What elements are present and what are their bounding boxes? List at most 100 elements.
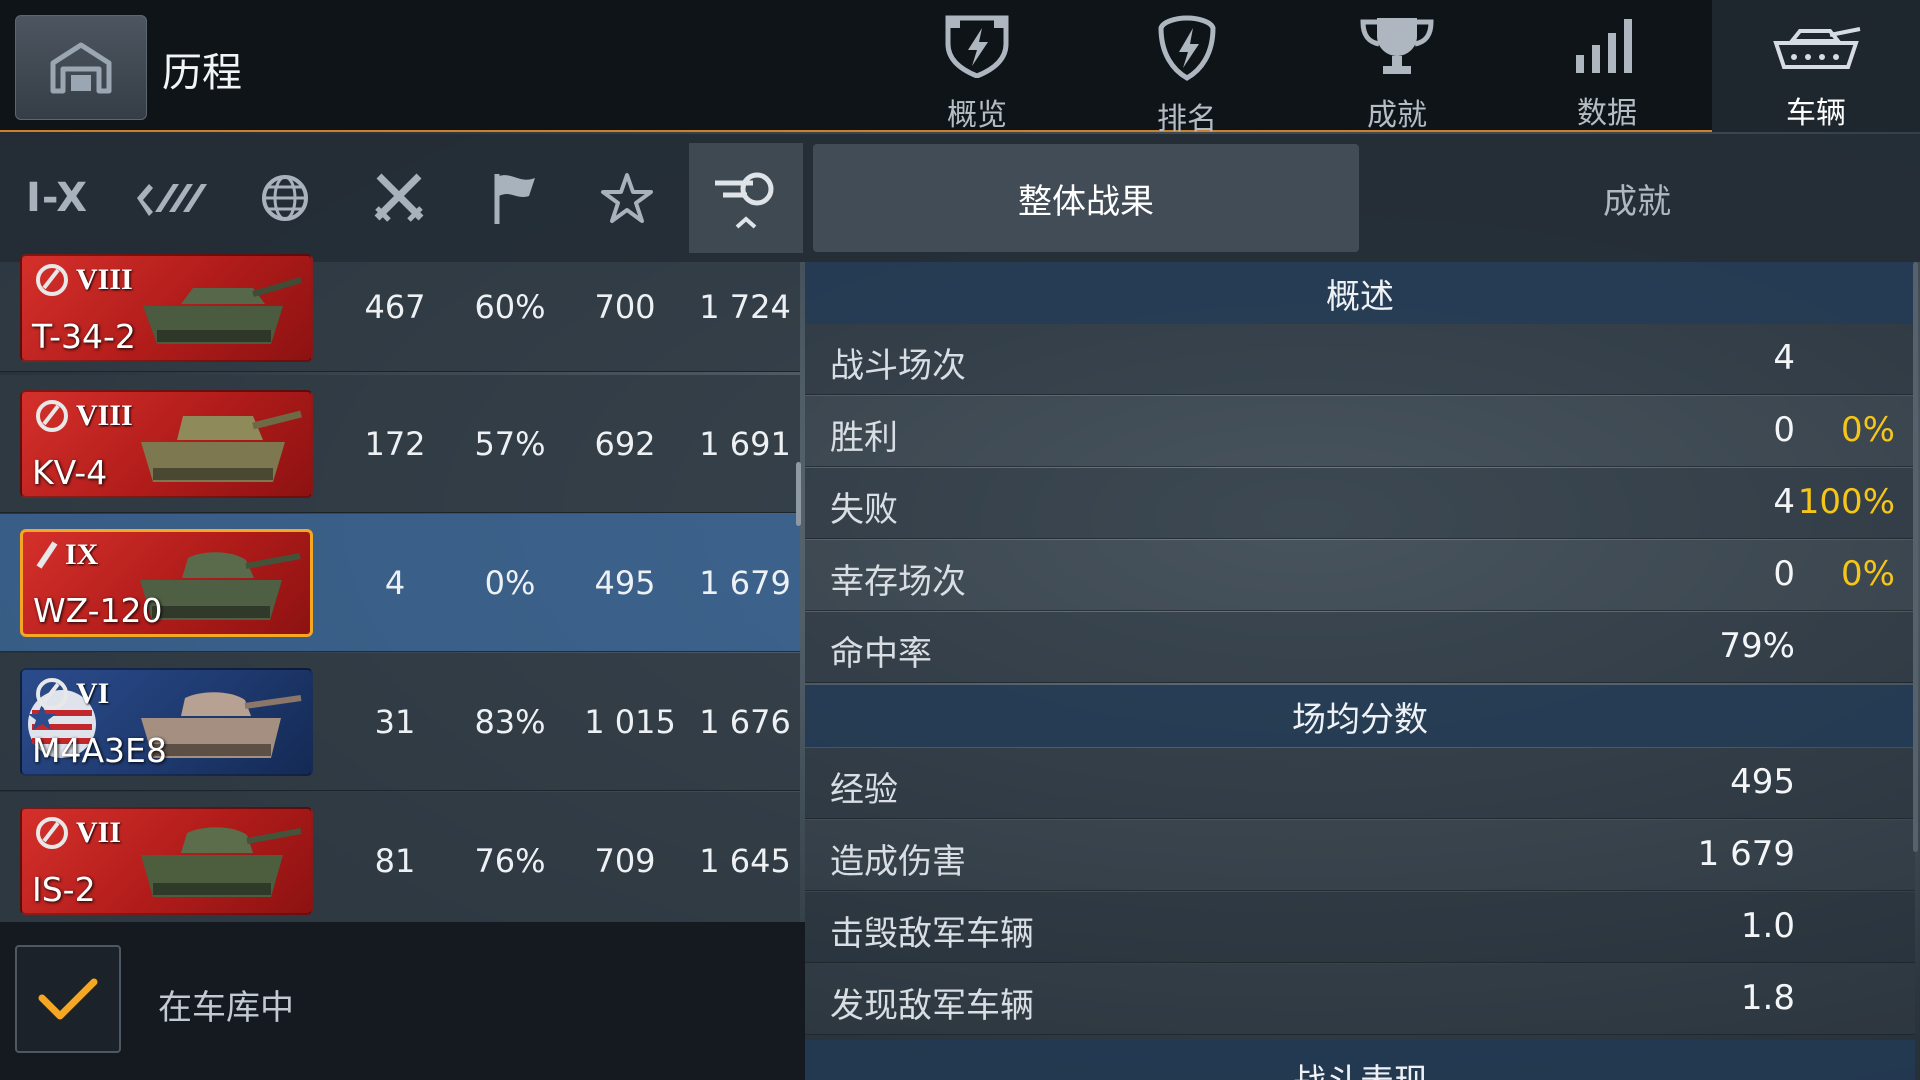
- stat-row-survived: 幸存场次 0 0%: [805, 540, 1915, 611]
- avg-exp-cell: 709: [594, 842, 656, 880]
- stat-value: 0: [1773, 410, 1795, 450]
- sort-filter-button[interactable]: [689, 143, 803, 253]
- stat-label: 幸存场次: [830, 562, 966, 602]
- mastery-badge: VII: [32, 815, 121, 851]
- vehicle-card: VI M4A3E8: [20, 668, 313, 776]
- stat-row-battles: 战斗场次 4: [805, 324, 1915, 395]
- mastery-icon: [32, 676, 72, 712]
- stat-label: 失败: [830, 490, 898, 530]
- stat-value: 4: [1773, 338, 1795, 378]
- mastery-icon: [33, 539, 61, 571]
- stat-label: 经验: [830, 770, 898, 810]
- mastery-badge: VI: [32, 676, 109, 712]
- favorite-filter-button[interactable]: [570, 134, 684, 262]
- avg-damage-cell: 1 676: [699, 703, 791, 741]
- vehicle-row[interactable]: VIII KV-4 172 57% 692 1 691: [0, 375, 800, 513]
- section-overview-header: 概述: [805, 262, 1915, 324]
- mastery-badge: VIII: [32, 262, 133, 298]
- flag-filter-button[interactable]: [456, 134, 570, 262]
- tab-achievements-top-label: 成就: [1367, 98, 1427, 133]
- vehicle-card: VII IS-2: [20, 807, 313, 915]
- stat-value: 1.8: [1740, 978, 1795, 1018]
- nation-filter-button[interactable]: [228, 134, 342, 262]
- tab-overall-results[interactable]: 整体战果: [813, 144, 1359, 252]
- stat-row-defeats: 失败 4 100%: [805, 468, 1915, 539]
- stats-scrollbar[interactable]: [1913, 262, 1918, 852]
- filter-bar: I-X: [0, 134, 805, 262]
- vehicle-tier: VIII: [76, 399, 133, 432]
- vehicle-row[interactable]: VIII T-34-2 467 60% 700 1 724: [0, 254, 800, 372]
- stat-value: 79%: [1719, 626, 1795, 666]
- stat-value: 495: [1730, 762, 1795, 802]
- stat-label: 发现敌军车辆: [830, 986, 1034, 1026]
- avg-damage-cell: 1 691: [699, 425, 791, 463]
- flag-icon: [489, 170, 537, 226]
- stat-value: 1.0: [1740, 906, 1795, 946]
- vehicle-row-selected[interactable]: IX WZ-120 4 0% 495 1 679: [0, 514, 800, 652]
- stat-percent: 0%: [1841, 554, 1895, 594]
- avg-exp-cell: 495: [594, 564, 656, 602]
- stat-percent: 0%: [1841, 410, 1895, 450]
- mastery-badge: VIII: [32, 398, 133, 434]
- vehicle-row[interactable]: VII IS-2 81 76% 709 1 645: [0, 792, 800, 930]
- stats-panel: 概述 战斗场次 4 胜利 0 0% 失败 4 100% 幸存场次 0 0% 命中…: [805, 262, 1920, 1080]
- stat-label: 战斗场次: [830, 346, 966, 386]
- battles-cell: 31: [374, 703, 416, 741]
- list-scrollbar[interactable]: [796, 462, 801, 526]
- vehicle-tier: IX: [65, 538, 99, 571]
- avg-exp-cell: 692: [594, 425, 656, 463]
- vehicle-name: M4A3E8: [32, 731, 167, 770]
- mastery-badge: IX: [33, 538, 98, 572]
- tab-ranking[interactable]: 排名: [1082, 0, 1292, 137]
- tab-vehicle-achievements[interactable]: 成就: [1362, 144, 1912, 252]
- home-button[interactable]: [15, 15, 147, 120]
- tab-ranking-label: 排名: [1157, 102, 1217, 137]
- win-rate-cell: 0%: [484, 564, 536, 602]
- tab-overview[interactable]: 概览: [872, 0, 1082, 133]
- mastery-filter-button[interactable]: [114, 134, 228, 262]
- tab-statistics-label: 数据: [1577, 96, 1637, 131]
- stat-row-damage: 造成伤害 1 679: [805, 820, 1915, 891]
- trophy-icon: [1357, 14, 1437, 78]
- in-garage-checkbox[interactable]: [15, 945, 121, 1053]
- stat-label: 命中率: [830, 634, 932, 674]
- stat-percent: 100%: [1797, 482, 1895, 522]
- vehicle-card: VIII T-34-2: [20, 254, 313, 362]
- stat-row-spotted: 发现敌军车辆 1.8: [805, 964, 1915, 1035]
- battles-cell: 4: [384, 564, 406, 602]
- mastery-icon: [32, 815, 72, 851]
- tab-vehicles[interactable]: 车辆: [1712, 0, 1920, 132]
- win-rate-cell: 76%: [474, 842, 546, 880]
- star-icon: [600, 172, 654, 224]
- tab-vehicles-label: 车辆: [1786, 96, 1846, 131]
- tank-image: [123, 400, 303, 490]
- vehicle-tier: VII: [76, 816, 122, 849]
- stat-value: 4: [1773, 482, 1795, 522]
- section-performance-header: 战斗表现: [805, 1040, 1915, 1080]
- mastery-icon: [32, 262, 72, 298]
- avg-damage-cell: 1 679: [699, 564, 791, 602]
- tab-overview-label: 概览: [947, 98, 1007, 133]
- win-rate-cell: 60%: [474, 288, 546, 326]
- type-filter-button[interactable]: [342, 134, 456, 262]
- tab-achievements-top[interactable]: 成就: [1292, 0, 1502, 133]
- vehicle-tier: VI: [76, 677, 110, 710]
- stat-label: 造成伤害: [830, 842, 966, 882]
- stat-label: 击毁敌军车辆: [830, 914, 1034, 954]
- vehicle-row[interactable]: VI M4A3E8 31 83% 1 015 1 676: [0, 653, 800, 791]
- battles-cell: 172: [364, 425, 426, 463]
- in-garage-label[interactable]: 在车库中: [158, 980, 294, 1029]
- battles-cell: 81: [374, 842, 416, 880]
- tank-image: [123, 817, 303, 907]
- garage-icon: [49, 41, 113, 95]
- vehicle-name: KV-4: [32, 453, 108, 492]
- avg-damage-cell: 1 724: [699, 288, 791, 326]
- tank-image: [123, 264, 303, 354]
- tier-filter-button[interactable]: I-X: [0, 134, 114, 262]
- avg-exp-cell: 700: [594, 288, 656, 326]
- stat-row-hit-ratio: 命中率 79%: [805, 612, 1915, 683]
- tab-statistics[interactable]: 数据: [1502, 0, 1712, 132]
- vehicle-card: VIII KV-4: [20, 390, 313, 498]
- rank-bolt-icon: [1157, 14, 1217, 82]
- avg-damage-cell: 1 645: [699, 842, 791, 880]
